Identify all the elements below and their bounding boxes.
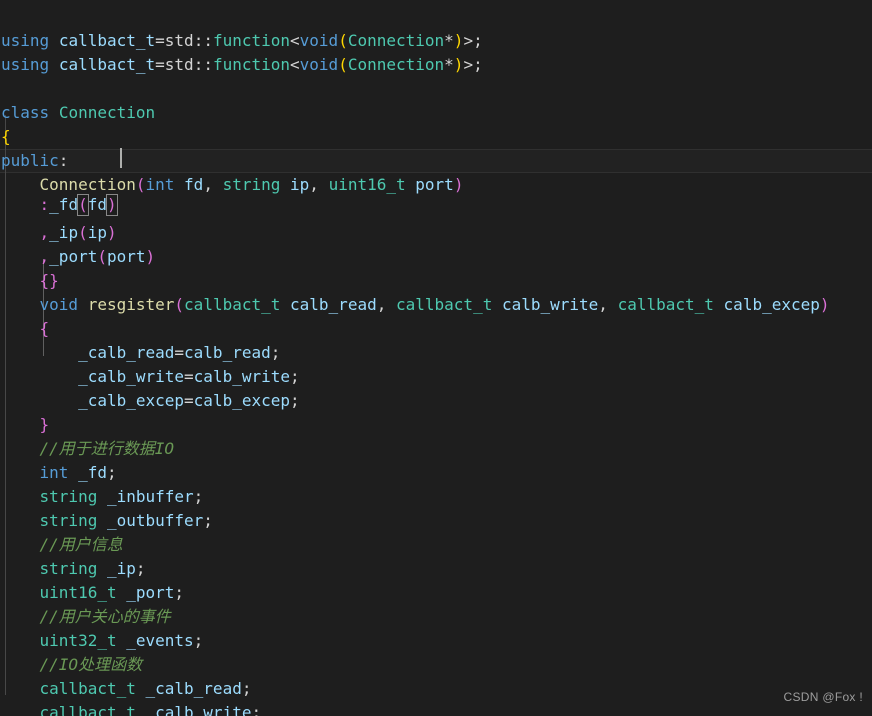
text-cursor — [120, 148, 122, 168]
code-lines: using callbact_t=std::function<void(Conn… — [0, 0, 872, 716]
code-editor[interactable]: using callbact_t=std::function<void(Conn… — [0, 0, 872, 716]
code-line[interactable]: using callbact_t=std::function<void(Conn… — [0, 5, 872, 74]
csdn-watermark: CSDN @Fox ! — [783, 690, 863, 704]
